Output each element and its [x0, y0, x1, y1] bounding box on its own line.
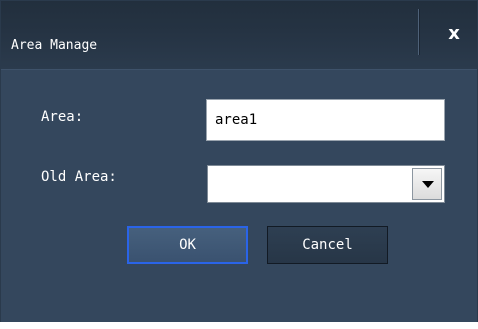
old-area-select[interactable] — [207, 165, 445, 203]
cancel-button[interactable]: Cancel — [267, 226, 388, 264]
close-button[interactable]: x — [441, 21, 467, 47]
area-input[interactable] — [206, 99, 445, 141]
dialog-title: Area Manage — [11, 38, 98, 53]
ok-button[interactable]: OK — [127, 226, 248, 264]
close-icon: x — [448, 23, 460, 44]
old-area-label: Old Area: — [41, 169, 117, 185]
area-manage-dialog: Area Manage x Area: Old Area: OK Cancel — [0, 0, 478, 323]
old-area-dropdown-button[interactable] — [412, 168, 442, 200]
dialog-titlebar[interactable]: Area Manage x — [1, 1, 477, 70]
background-strip — [0, 322, 478, 329]
titlebar-separator — [418, 9, 420, 55]
area-label: Area: — [41, 109, 84, 125]
chevron-down-icon — [422, 181, 434, 188]
